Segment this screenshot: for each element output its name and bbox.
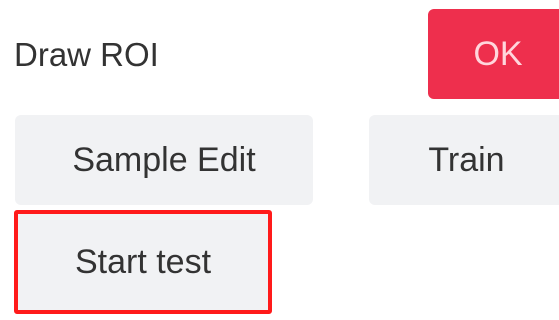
ok-button[interactable]: OK bbox=[428, 9, 559, 99]
train-button[interactable]: Train bbox=[369, 115, 559, 205]
roi-control-panel: Draw ROI OK Sample Edit Train Start test bbox=[0, 0, 559, 320]
start-test-button[interactable]: Start test bbox=[14, 210, 272, 314]
draw-roi-label: Draw ROI bbox=[14, 36, 159, 73]
sample-edit-button[interactable]: Sample Edit bbox=[15, 115, 313, 205]
